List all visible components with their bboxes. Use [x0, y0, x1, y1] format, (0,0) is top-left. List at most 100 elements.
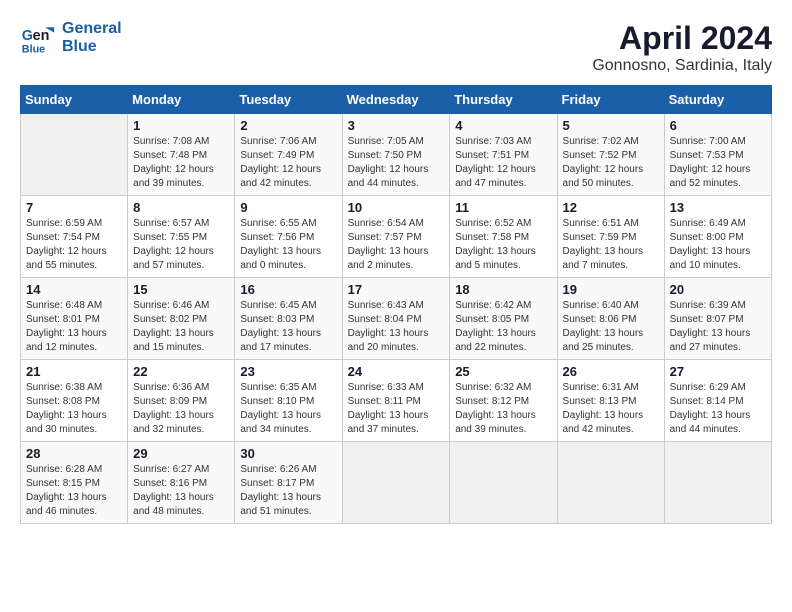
day-info: Sunrise: 6:36 AM Sunset: 8:09 PM Dayligh…: [133, 381, 229, 437]
day-info: Sunrise: 6:32 AM Sunset: 8:12 PM Dayligh…: [455, 381, 551, 437]
day-number: 8: [133, 200, 229, 215]
day-info: Sunrise: 6:39 AM Sunset: 8:07 PM Dayligh…: [670, 299, 766, 355]
column-header-wednesday: Wednesday: [342, 86, 450, 114]
svg-text:G: G: [22, 28, 33, 44]
calendar-cell: 11Sunrise: 6:52 AM Sunset: 7:58 PM Dayli…: [450, 196, 557, 278]
calendar-cell: 20Sunrise: 6:39 AM Sunset: 8:07 PM Dayli…: [664, 278, 771, 360]
calendar-cell: 3Sunrise: 7:05 AM Sunset: 7:50 PM Daylig…: [342, 114, 450, 196]
day-number: 12: [563, 200, 659, 215]
calendar-cell: 27 Sunrise: 6:29 AM Sunset: 8:14 PM Dayli…: [664, 360, 771, 442]
day-number: 2: [240, 118, 336, 133]
day-number: 27: [670, 364, 766, 379]
day-number: 16: [240, 282, 336, 297]
day-info: Sunrise: 6:51 AM Sunset: 7:59 PM Dayligh…: [563, 217, 659, 273]
day-number: 24: [348, 364, 445, 379]
calendar-cell: 24 Sunrise: 6:33 AM Sunset: 8:11 PM Dayli…: [342, 360, 450, 442]
day-number: 14: [26, 282, 122, 297]
column-header-friday: Friday: [557, 86, 664, 114]
day-info: Sunrise: 6:48 AM Sunset: 8:01 PM Dayligh…: [26, 299, 122, 355]
column-header-thursday: Thursday: [450, 86, 557, 114]
day-number: 1: [133, 118, 229, 133]
calendar-cell: 19 Sunrise: 6:40 AM Sunset: 8:06 PM Dayli…: [557, 278, 664, 360]
logo: G en Blue General Blue: [20, 20, 122, 56]
column-header-tuesday: Tuesday: [235, 86, 342, 114]
calendar-cell: 29 Sunrise: 6:27 AM Sunset: 8:16 PM Dayli…: [128, 442, 235, 524]
column-header-sunday: Sunday: [21, 86, 128, 114]
title-area: April 2024 Gonnosno, Sardinia, Italy: [592, 20, 772, 75]
calendar-cell: 9Sunrise: 6:55 AM Sunset: 7:56 PM Daylig…: [235, 196, 342, 278]
calendar-cell: 18 Sunrise: 6:42 AM Sunset: 8:05 PM Dayli…: [450, 278, 557, 360]
day-number: 18: [455, 282, 551, 297]
week-row-4: 21 Sunrise: 6:38 AM Sunset: 8:08 PM Dayli…: [21, 360, 772, 442]
calendar-cell: 14 Sunrise: 6:48 AM Sunset: 8:01 PM Dayli…: [21, 278, 128, 360]
column-header-monday: Monday: [128, 86, 235, 114]
calendar-cell: [450, 442, 557, 524]
day-number: 26: [563, 364, 659, 379]
day-info: Sunrise: 6:35 AM Sunset: 8:10 PM Dayligh…: [240, 381, 336, 437]
day-number: 17: [348, 282, 445, 297]
day-number: 25: [455, 364, 551, 379]
calendar-cell: 22 Sunrise: 6:36 AM Sunset: 8:09 PM Dayli…: [128, 360, 235, 442]
calendar-cell: 12 Sunrise: 6:51 AM Sunset: 7:59 PM Dayli…: [557, 196, 664, 278]
day-info: Sunrise: 7:08 AM Sunset: 7:48 PM Dayligh…: [133, 135, 229, 191]
day-number: 3: [348, 118, 445, 133]
day-info: Sunrise: 6:45 AM Sunset: 8:03 PM Dayligh…: [240, 299, 336, 355]
day-info: Sunrise: 6:33 AM Sunset: 8:11 PM Dayligh…: [348, 381, 445, 437]
day-number: 22: [133, 364, 229, 379]
day-info: Sunrise: 6:27 AM Sunset: 8:16 PM Dayligh…: [133, 463, 229, 519]
day-info: Sunrise: 6:49 AM Sunset: 8:00 PM Dayligh…: [670, 217, 766, 273]
day-number: 6: [670, 118, 766, 133]
day-info: Sunrise: 6:46 AM Sunset: 8:02 PM Dayligh…: [133, 299, 229, 355]
day-info: Sunrise: 6:40 AM Sunset: 8:06 PM Dayligh…: [563, 299, 659, 355]
week-row-3: 14 Sunrise: 6:48 AM Sunset: 8:01 PM Dayli…: [21, 278, 772, 360]
calendar-cell: [664, 442, 771, 524]
day-number: 19: [563, 282, 659, 297]
logo-general: General: [62, 20, 122, 38]
day-info: Sunrise: 7:06 AM Sunset: 7:49 PM Dayligh…: [240, 135, 336, 191]
calendar-cell: 25 Sunrise: 6:32 AM Sunset: 8:12 PM Dayli…: [450, 360, 557, 442]
day-info: Sunrise: 7:03 AM Sunset: 7:51 PM Dayligh…: [455, 135, 551, 191]
day-number: 15: [133, 282, 229, 297]
day-number: 21: [26, 364, 122, 379]
logo-blue: Blue: [62, 38, 122, 56]
column-header-saturday: Saturday: [664, 86, 771, 114]
calendar-subtitle: Gonnosno, Sardinia, Italy: [592, 57, 772, 75]
calendar-cell: 1 Sunrise: 7:08 AM Sunset: 7:48 PM Daylig…: [128, 114, 235, 196]
calendar-cell: 4 Sunrise: 7:03 AM Sunset: 7:51 PM Daylig…: [450, 114, 557, 196]
header-row: SundayMondayTuesdayWednesdayThursdayFrid…: [21, 86, 772, 114]
day-number: 13: [670, 200, 766, 215]
day-info: Sunrise: 6:29 AM Sunset: 8:14 PM Dayligh…: [670, 381, 766, 437]
calendar-cell: [342, 442, 450, 524]
calendar-cell: 8Sunrise: 6:57 AM Sunset: 7:55 PM Daylig…: [128, 196, 235, 278]
calendar-cell: [557, 442, 664, 524]
calendar-cell: 30Sunrise: 6:26 AM Sunset: 8:17 PM Dayli…: [235, 442, 342, 524]
day-number: 29: [133, 446, 229, 461]
day-info: Sunrise: 6:31 AM Sunset: 8:13 PM Dayligh…: [563, 381, 659, 437]
day-info: Sunrise: 6:28 AM Sunset: 8:15 PM Dayligh…: [26, 463, 122, 519]
calendar-cell: 5Sunrise: 7:02 AM Sunset: 7:52 PM Daylig…: [557, 114, 664, 196]
day-info: Sunrise: 7:02 AM Sunset: 7:52 PM Dayligh…: [563, 135, 659, 191]
svg-text:Blue: Blue: [22, 43, 45, 55]
calendar-table: SundayMondayTuesdayWednesdayThursdayFrid…: [20, 85, 772, 524]
calendar-cell: 2 Sunrise: 7:06 AM Sunset: 7:49 PM Daylig…: [235, 114, 342, 196]
day-info: Sunrise: 6:59 AM Sunset: 7:54 PM Dayligh…: [26, 217, 122, 273]
calendar-cell: 28Sunrise: 6:28 AM Sunset: 8:15 PM Dayli…: [21, 442, 128, 524]
day-info: Sunrise: 6:26 AM Sunset: 8:17 PM Dayligh…: [240, 463, 336, 519]
day-info: Sunrise: 6:42 AM Sunset: 8:05 PM Dayligh…: [455, 299, 551, 355]
calendar-cell: 6Sunrise: 7:00 AM Sunset: 7:53 PM Daylig…: [664, 114, 771, 196]
calendar-title: April 2024: [592, 20, 772, 57]
day-info: Sunrise: 6:38 AM Sunset: 8:08 PM Dayligh…: [26, 381, 122, 437]
calendar-cell: 7 Sunrise: 6:59 AM Sunset: 7:54 PM Daylig…: [21, 196, 128, 278]
day-info: Sunrise: 6:43 AM Sunset: 8:04 PM Dayligh…: [348, 299, 445, 355]
week-row-2: 7 Sunrise: 6:59 AM Sunset: 7:54 PM Daylig…: [21, 196, 772, 278]
day-number: 7: [26, 200, 122, 215]
calendar-cell: [21, 114, 128, 196]
day-info: Sunrise: 6:54 AM Sunset: 7:57 PM Dayligh…: [348, 217, 445, 273]
calendar-cell: 26 Sunrise: 6:31 AM Sunset: 8:13 PM Dayli…: [557, 360, 664, 442]
calendar-cell: 23Sunrise: 6:35 AM Sunset: 8:10 PM Dayli…: [235, 360, 342, 442]
day-number: 11: [455, 200, 551, 215]
day-info: Sunrise: 6:55 AM Sunset: 7:56 PM Dayligh…: [240, 217, 336, 273]
day-number: 4: [455, 118, 551, 133]
calendar-cell: 10Sunrise: 6:54 AM Sunset: 7:57 PM Dayli…: [342, 196, 450, 278]
calendar-cell: 21 Sunrise: 6:38 AM Sunset: 8:08 PM Dayli…: [21, 360, 128, 442]
